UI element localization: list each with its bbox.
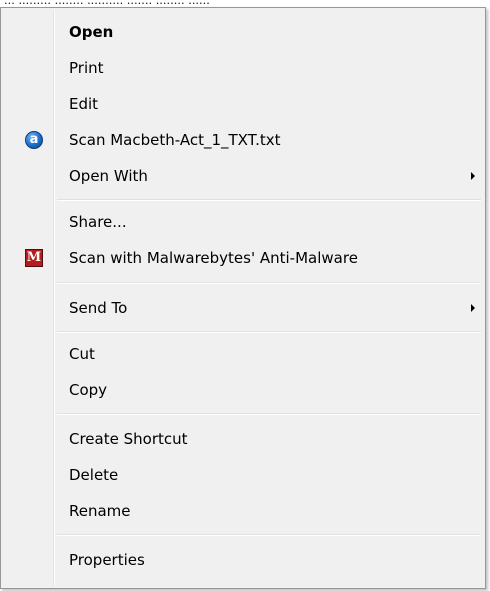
menu-item-label: Edit bbox=[69, 95, 99, 113]
menu-item-rename[interactable]: Rename bbox=[3, 493, 483, 529]
menu-separator bbox=[57, 331, 481, 333]
malwarebytes-icon: M bbox=[25, 249, 43, 267]
menu-item-label: Rename bbox=[69, 502, 131, 520]
menu-item-cut[interactable]: Cut bbox=[3, 336, 483, 372]
menu-item-scan-avast[interactable]: a Scan Macbeth-Act_1_TXT.txt bbox=[3, 122, 483, 158]
menu-item-label: Open bbox=[69, 23, 114, 41]
menu-item-properties[interactable]: Properties bbox=[3, 542, 483, 578]
submenu-arrow-icon bbox=[471, 172, 475, 180]
menu-item-scan-malwarebytes[interactable]: M Scan with Malwarebytes' Anti-Malware bbox=[3, 240, 483, 276]
menu-separator bbox=[57, 282, 481, 284]
menu-item-label: Cut bbox=[69, 345, 95, 363]
menu-item-open[interactable]: Open bbox=[3, 14, 483, 50]
menu-item-label: Scan with Malwarebytes' Anti-Malware bbox=[69, 249, 358, 267]
menu-item-delete[interactable]: Delete bbox=[3, 457, 483, 493]
avast-icon: a bbox=[25, 131, 43, 149]
background-window-text: ... ......... ........ .......... ......… bbox=[4, 0, 210, 7]
menu-item-label: Properties bbox=[69, 551, 145, 569]
menu-item-label: Copy bbox=[69, 381, 108, 399]
menu-item-edit[interactable]: Edit bbox=[3, 86, 483, 122]
menu-item-label: Open With bbox=[69, 167, 148, 185]
submenu-arrow-icon bbox=[471, 304, 475, 312]
menu-item-create-shortcut[interactable]: Create Shortcut bbox=[3, 421, 483, 457]
menu-separator bbox=[57, 534, 481, 536]
menu-item-label: Delete bbox=[69, 466, 119, 484]
menu-item-open-with[interactable]: Open With bbox=[3, 158, 483, 194]
menu-separator bbox=[57, 199, 481, 201]
menu-item-copy[interactable]: Copy bbox=[3, 372, 483, 408]
menu-item-label: Send To bbox=[69, 299, 128, 317]
context-menu: Open Print Edit a Scan Macbeth-Act_1_TXT… bbox=[0, 7, 486, 589]
menu-item-print[interactable]: Print bbox=[3, 50, 483, 86]
menu-item-label: Create Shortcut bbox=[69, 430, 188, 448]
menu-item-label: Share... bbox=[69, 213, 127, 231]
menu-separator bbox=[57, 413, 481, 415]
menu-item-share[interactable]: Share... bbox=[3, 204, 483, 240]
menu-item-send-to[interactable]: Send To bbox=[3, 290, 483, 326]
menu-item-label: Scan Macbeth-Act_1_TXT.txt bbox=[69, 131, 281, 149]
menu-item-label: Print bbox=[69, 59, 104, 77]
